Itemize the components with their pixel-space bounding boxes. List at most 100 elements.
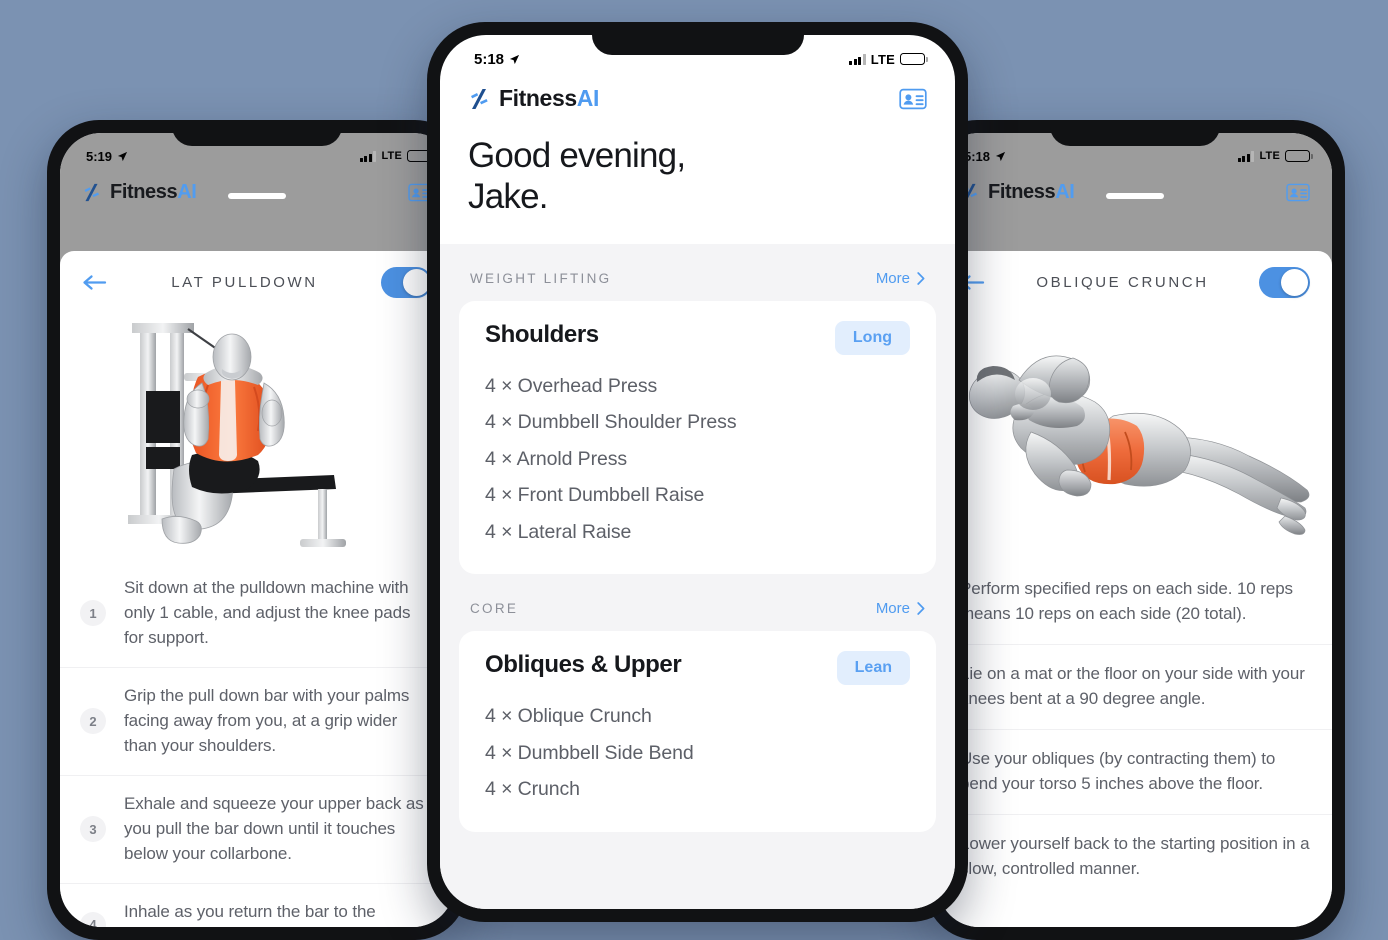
section-header-core: CORE More <box>440 574 955 631</box>
brand-logo-right: FitnessAI <box>960 181 1075 204</box>
more-label: More <box>875 269 910 287</box>
instruction-paragraph: Lie on a mat or the floor on your side w… <box>938 643 1332 729</box>
step-number: 3 <box>80 816 106 843</box>
step-number: 4 <box>80 911 106 927</box>
greeting-line-2: Jake. <box>468 176 548 216</box>
exercise-item[interactable]: 4 × Arnold Press <box>485 441 910 477</box>
brand-text-right: FitnessAI <box>988 181 1075 203</box>
back-arrow-icon[interactable] <box>82 273 108 292</box>
fitnessai-logo-icon <box>84 183 100 202</box>
lat-pulldown-illustration <box>60 310 454 560</box>
signal-bars-icon <box>359 150 377 162</box>
signal-bars-icon <box>849 53 866 65</box>
sheet-toolbar-right: OBLIQUE CRUNCH <box>938 251 1332 310</box>
brand-logo-left: FitnessAI <box>82 181 197 204</box>
card-title: Shoulders <box>485 320 599 348</box>
step-number: 2 <box>80 708 106 735</box>
phone-screen-left: 5:19 LTE FitnessAI LAT PULLDOWN 1 Sit do… <box>60 133 454 927</box>
paragraph-text: Use your obliques (by contracting them) … <box>960 748 1276 793</box>
sheet-grab-handle-left[interactable] <box>228 193 286 199</box>
location-arrow-icon <box>509 54 520 64</box>
exercise-toggle-right[interactable] <box>1259 267 1310 298</box>
exercise-item[interactable]: 4 × Dumbbell Shoulder Press <box>485 404 910 440</box>
battery-icon <box>900 53 928 65</box>
section-header-weight-lifting: WEIGHT LIFTING More <box>440 244 955 301</box>
phone-notch-center <box>591 22 804 55</box>
step-text: Exhale and squeeze your upper back as yo… <box>124 793 424 863</box>
card-title: Obliques & Upper <box>485 651 682 679</box>
exercise-item[interactable]: 4 × Crunch <box>485 771 910 807</box>
chevron-right-icon <box>917 272 925 285</box>
instruction-paragraph: Use your obliques (by contracting them) … <box>938 728 1332 814</box>
carrier-label: LTE <box>381 150 402 162</box>
paragraph-text: Lie on a mat or the floor on your side w… <box>960 663 1305 708</box>
paragraph-text: Perform specified reps on each side. 10 … <box>960 579 1293 623</box>
carrier-label: LTE <box>870 51 895 67</box>
step-text: Inhale as you return the bar to the star… <box>124 901 390 927</box>
status-time: 5:19 <box>86 148 113 164</box>
phone-right: 5:18 LTE FitnessAI OBLIQUE CRUNCH Perfor… <box>925 120 1345 940</box>
instruction-step: 4 Inhale as you return the bar to the st… <box>60 882 454 927</box>
sheet-grab-handle-right[interactable] <box>1106 193 1164 199</box>
phone-left: 5:19 LTE FitnessAI LAT PULLDOWN 1 Sit do… <box>47 120 467 940</box>
more-link-core[interactable]: More <box>876 600 925 617</box>
paragraph-text: Lower yourself back to the starting posi… <box>960 833 1310 878</box>
screenshot-stage: 5:19 LTE FitnessAI LAT PULLDOWN 1 Sit do… <box>0 0 1388 940</box>
greeting-heading: Good evening, Jake. <box>440 126 955 244</box>
oblique-crunch-illustration <box>938 310 1332 560</box>
step-number: 1 <box>80 600 106 627</box>
workout-card-shoulders[interactable]: Shoulders Long 4 × Overhead Press 4 × Du… <box>459 300 936 575</box>
carrier-label: LTE <box>1259 150 1280 162</box>
card-header: Shoulders Long <box>485 320 910 355</box>
phone-screen-center: 5:18 LTE FitnessAI Good evening, Jake. W… <box>440 35 955 909</box>
instruction-paragraph: Perform specified reps on each side. 10 … <box>938 560 1332 644</box>
location-arrow-icon <box>995 151 1006 161</box>
more-label: More <box>875 600 910 618</box>
instruction-step: 3 Exhale and squeeze your upper back as … <box>60 774 454 883</box>
instruction-steps-left: 1 Sit down at the pulldown machine with … <box>60 560 454 927</box>
exercise-item[interactable]: 4 × Oblique Crunch <box>485 698 910 734</box>
exercise-sheet-left: LAT PULLDOWN 1 Sit down at the pulldown … <box>60 251 454 927</box>
workout-length-badge[interactable]: Lean <box>836 651 910 686</box>
section-label: CORE <box>470 601 519 617</box>
sheet-title-right: OBLIQUE CRUNCH <box>1036 274 1209 291</box>
phone-screen-right: 5:18 LTE FitnessAI OBLIQUE CRUNCH Perfor… <box>938 133 1332 927</box>
exercise-item[interactable]: 4 × Lateral Raise <box>485 514 910 550</box>
signal-bars-icon <box>1237 150 1255 162</box>
brand-text-left: FitnessAI <box>110 181 197 203</box>
instruction-step: 1 Sit down at the pulldown machine with … <box>60 560 454 667</box>
contact-card-icon[interactable] <box>899 87 927 111</box>
exercise-toggle-left[interactable] <box>381 267 432 298</box>
location-arrow-icon <box>117 151 128 161</box>
exercise-item[interactable]: 4 × Front Dumbbell Raise <box>485 477 910 513</box>
workout-length-badge[interactable]: Long <box>834 320 910 355</box>
exercise-item[interactable]: 4 × Dumbbell Side Bend <box>485 735 910 771</box>
chevron-right-icon <box>917 602 925 615</box>
phone-notch-left <box>172 120 342 146</box>
fitnessai-logo-icon <box>471 88 488 109</box>
status-time: 5:18 <box>474 50 505 68</box>
step-text: Sit down at the pulldown machine with on… <box>124 578 411 647</box>
sheet-title-left: LAT PULLDOWN <box>171 274 318 291</box>
workout-feed[interactable]: WEIGHT LIFTING More Shoulders Long 4 × O… <box>440 243 955 909</box>
greeting-line-1: Good evening, <box>468 136 686 175</box>
exercise-list: 4 × Oblique Crunch 4 × Dumbbell Side Ben… <box>485 698 910 807</box>
instruction-step: 2 Grip the pull down bar with your palms… <box>60 666 454 775</box>
card-header: Obliques & Upper Lean <box>485 651 910 686</box>
sheet-toolbar-left: LAT PULLDOWN <box>60 251 454 310</box>
exercise-item[interactable]: 4 × Overhead Press <box>485 368 910 404</box>
exercise-sheet-right: OBLIQUE CRUNCH Perform specified reps on… <box>938 251 1332 927</box>
instruction-paragraph: Lower yourself back to the starting posi… <box>938 813 1332 899</box>
phone-center: 5:18 LTE FitnessAI Good evening, Jake. W… <box>427 22 968 922</box>
brand-text-center: FitnessAI <box>499 85 599 111</box>
section-label: WEIGHT LIFTING <box>470 270 612 286</box>
workout-card-obliques[interactable]: Obliques & Upper Lean 4 × Oblique Crunch… <box>459 631 936 832</box>
contact-card-icon[interactable] <box>1286 182 1310 203</box>
phone-notch-right <box>1050 120 1220 146</box>
brand-logo-center: FitnessAI <box>468 85 599 112</box>
battery-icon <box>1285 150 1313 162</box>
step-text: Grip the pull down bar with your palms f… <box>124 685 410 755</box>
app-header-center: FitnessAI <box>440 77 955 126</box>
instruction-paragraphs-right: Perform specified reps on each side. 10 … <box>938 560 1332 899</box>
more-link-weight-lifting[interactable]: More <box>876 270 925 287</box>
